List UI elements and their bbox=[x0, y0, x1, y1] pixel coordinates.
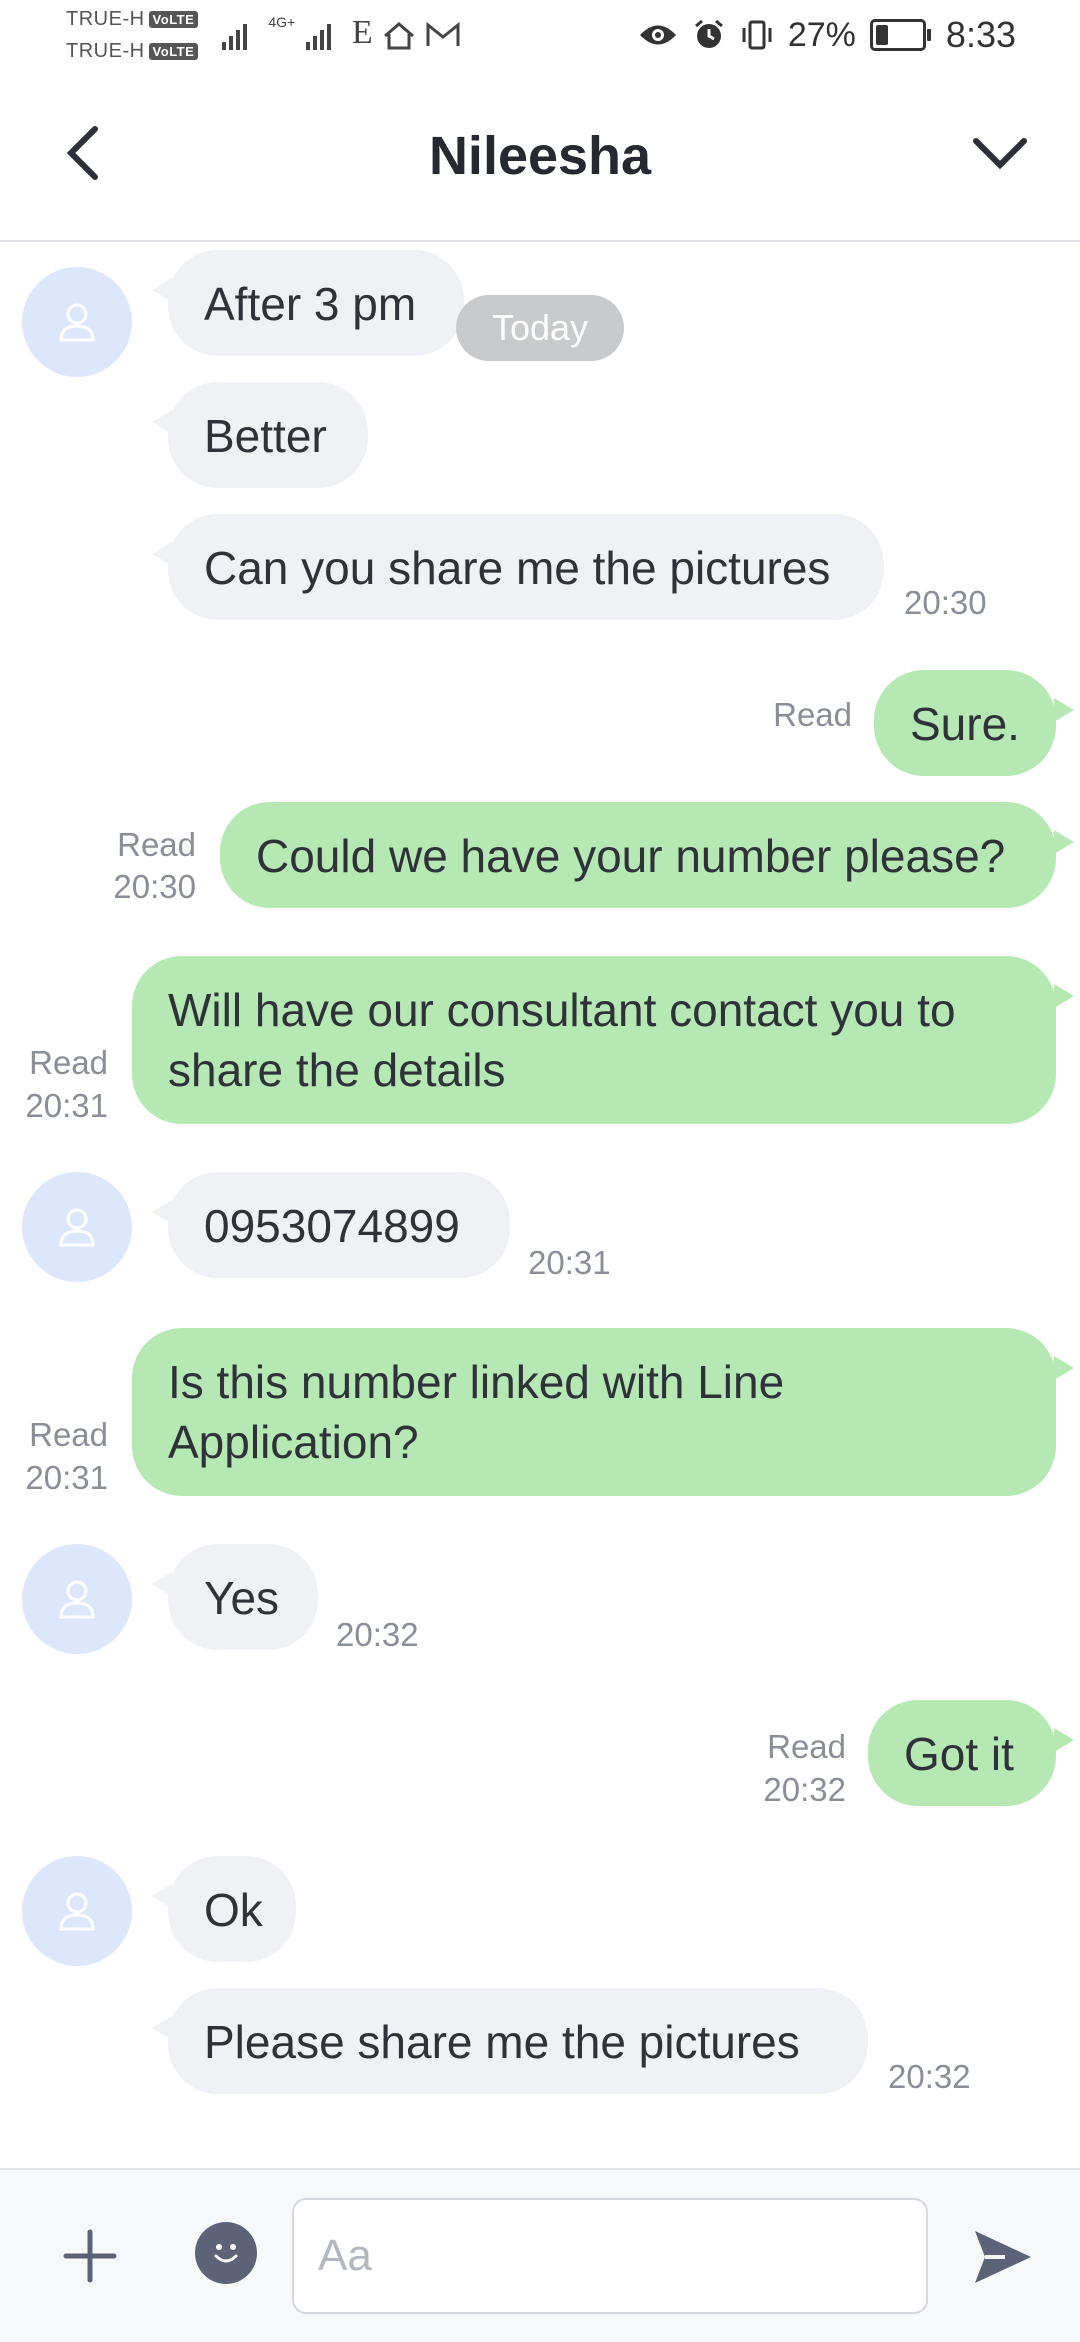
person-icon bbox=[59, 1580, 95, 1619]
message-bubble: Please share me the pictures bbox=[152, 1988, 868, 2094]
status-bar: TRUE-H VoLTE TRUE-H VoLTE 4G+ E 27% 8:33 bbox=[0, 0, 1080, 75]
carrier-2: TRUE-H VoLTE bbox=[66, 40, 199, 63]
plus-icon bbox=[63, 2229, 117, 2283]
home-wifi-icon bbox=[384, 22, 414, 50]
message-bubble: Is this number linked with Line Applicat… bbox=[132, 1328, 1074, 1496]
clock: 8:33 bbox=[945, 14, 1016, 55]
message-time: 20:31 bbox=[25, 1459, 108, 1496]
read-receipt: Read bbox=[767, 1728, 846, 1765]
person-icon bbox=[59, 1892, 95, 1931]
carrier-1: TRUE-H VoLTE bbox=[66, 8, 199, 31]
message-bubble: Ok bbox=[152, 1856, 296, 1962]
message-input[interactable] bbox=[292, 2198, 928, 2314]
gmail-icon bbox=[426, 21, 460, 47]
status-right: 27% 8:33 bbox=[638, 14, 1016, 56]
message-time: 20:30 bbox=[904, 584, 987, 621]
battery-icon bbox=[869, 19, 931, 51]
chevron-down-icon bbox=[973, 138, 1027, 170]
message-time: 20:32 bbox=[888, 2058, 971, 2095]
message-time: 20:31 bbox=[25, 1087, 108, 1124]
message-time: 20:32 bbox=[336, 1616, 419, 1653]
message-time: 20:30 bbox=[113, 868, 196, 905]
carrier-1-label: TRUE-H bbox=[66, 8, 145, 30]
send-button[interactable] bbox=[960, 2214, 1046, 2300]
avatar[interactable] bbox=[22, 267, 132, 377]
date-separator: Today bbox=[456, 295, 624, 361]
message-bubble: 0953074899 bbox=[152, 1172, 510, 1278]
battery-percent: 27% bbox=[787, 15, 856, 54]
network-icons: 4G+ E bbox=[220, 14, 461, 52]
signal-icon bbox=[305, 24, 331, 51]
person-icon bbox=[59, 303, 95, 342]
message-time: 20:32 bbox=[763, 1771, 846, 1808]
edge-label: E bbox=[351, 14, 373, 51]
message-time: 20:31 bbox=[528, 1244, 611, 1281]
read-receipt: Read bbox=[29, 1416, 108, 1453]
signal-icon bbox=[222, 24, 247, 51]
volte-badge: VoLTE bbox=[148, 11, 199, 29]
message-bubble: Will have our consultant contact you to … bbox=[132, 956, 1074, 1124]
menu-dropdown-button[interactable] bbox=[960, 113, 1040, 193]
vibrate-icon bbox=[742, 20, 772, 50]
chat-header: Nileesha bbox=[0, 75, 1080, 242]
person-icon bbox=[59, 1208, 95, 1247]
send-icon bbox=[975, 2231, 1031, 2283]
message-bubble: Got it bbox=[868, 1700, 1074, 1806]
read-receipt: Read bbox=[117, 826, 196, 863]
avatar[interactable] bbox=[22, 1856, 132, 1966]
avatar[interactable] bbox=[22, 1544, 132, 1654]
eye-icon bbox=[639, 25, 676, 45]
add-attachment-button[interactable] bbox=[50, 2216, 130, 2296]
read-receipt: Read bbox=[29, 1044, 108, 1081]
emoji-button[interactable] bbox=[195, 2222, 257, 2284]
contact-name: Nileesha bbox=[428, 126, 652, 186]
message-bubble: Yes bbox=[152, 1544, 318, 1650]
message-bubble: Could we have your number please? bbox=[220, 802, 1074, 908]
message-bubble: Sure. bbox=[874, 670, 1074, 776]
alarm-icon bbox=[694, 19, 723, 48]
volte-badge: VoLTE bbox=[148, 43, 199, 61]
network-type-label: 4G+ bbox=[268, 14, 296, 30]
smiley-icon bbox=[214, 2244, 238, 2263]
carrier-2-label: TRUE-H bbox=[66, 40, 145, 62]
message-bubble: Better bbox=[152, 382, 368, 488]
avatar[interactable] bbox=[22, 1172, 132, 1282]
read-receipt: Read bbox=[773, 696, 852, 733]
message-bubble: Can you share me the pictures bbox=[152, 514, 884, 620]
message-bubble: After 3 pm bbox=[152, 250, 464, 356]
composer-bar bbox=[0, 2168, 1080, 2342]
